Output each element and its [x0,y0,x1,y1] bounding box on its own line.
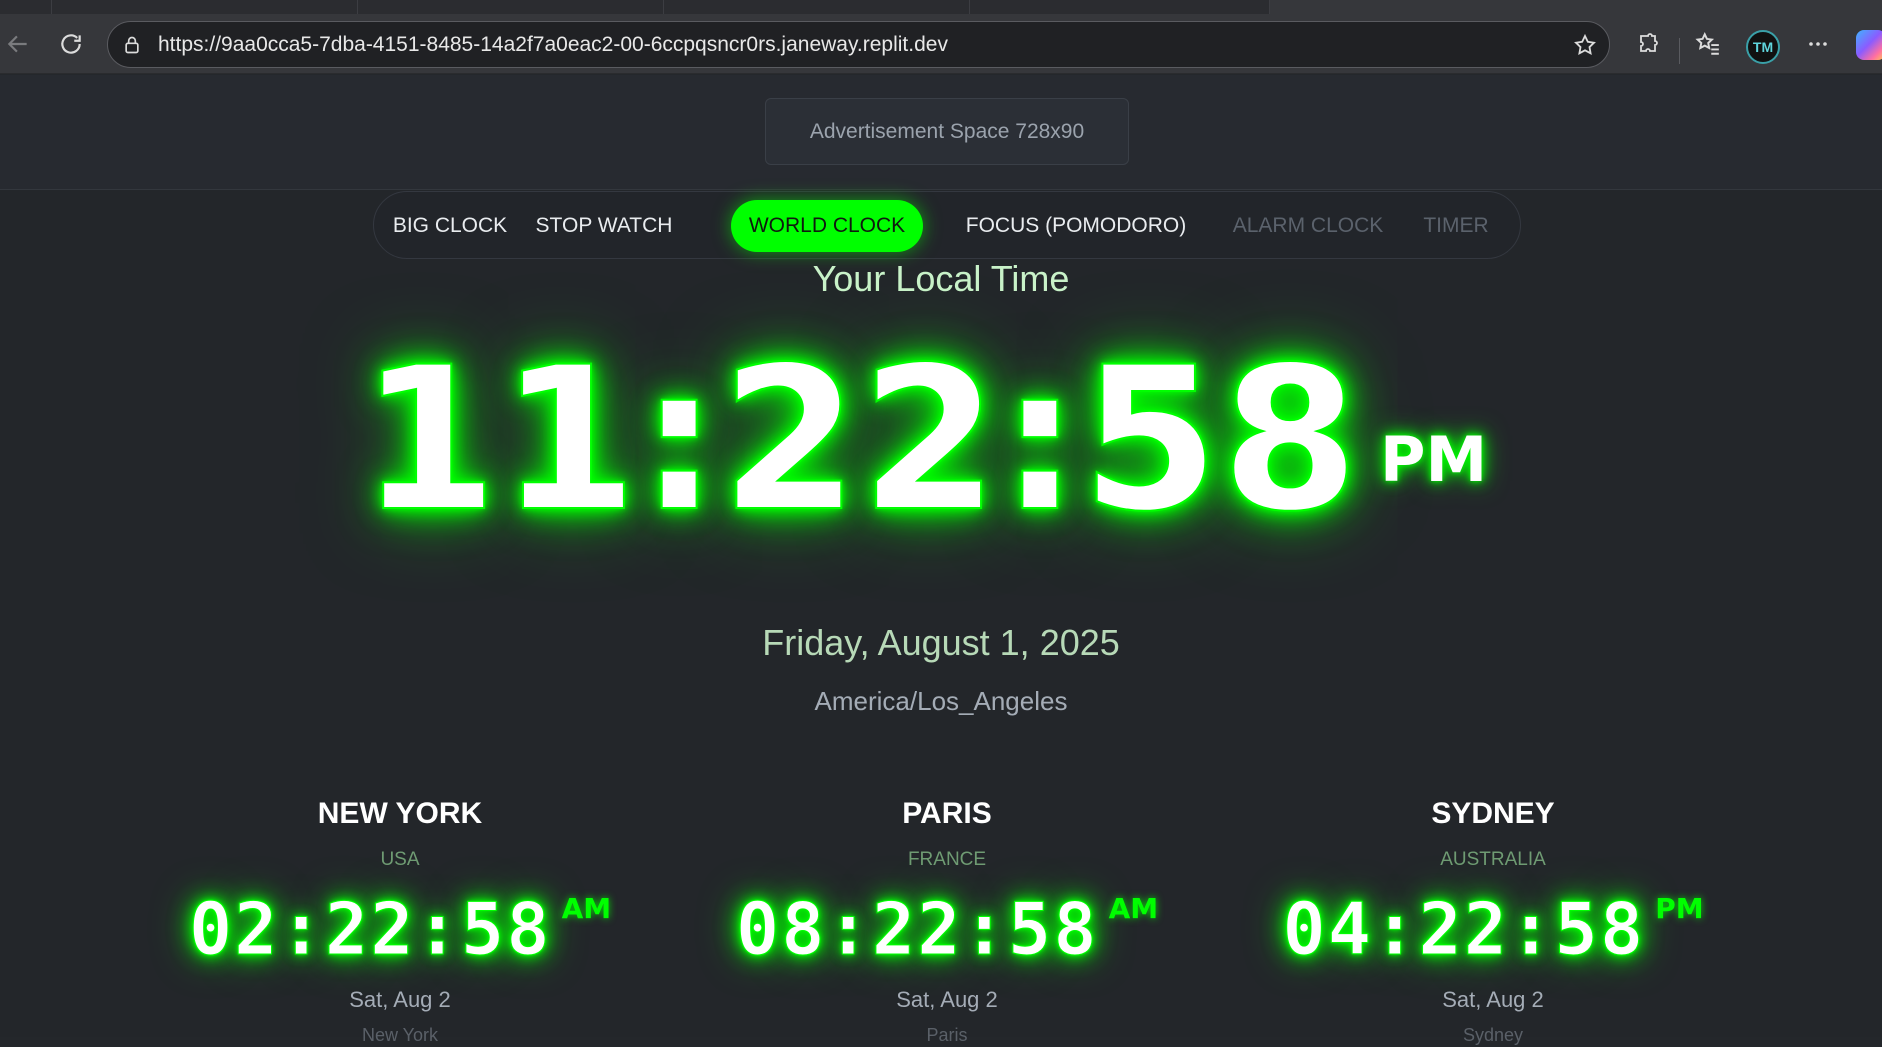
ad-band: Advertisement Space 728x90 [0,75,1882,190]
nav-stop-watch[interactable]: STOP WATCH [524,200,684,252]
advertisement-slot: Advertisement Space 728x90 [765,98,1129,165]
city-date: Sat, Aug 2 [1442,987,1544,1012]
world-clock-card: PARIS FRANCE 08:22:58 AM Sat, Aug 2 Paris [667,797,1227,1047]
city-time: 08:22:58 AM [667,879,1227,979]
city-name: PARIS [902,797,992,830]
star-icon[interactable] [1573,33,1597,57]
toolbar-separator [1679,38,1680,64]
city-date: Sat, Aug 2 [896,987,998,1012]
nav-alarm-clock[interactable]: ALARM CLOCK [1220,200,1396,252]
browser-tab[interactable] [52,0,358,14]
local-date: Friday, August 1, 2025 [762,622,1120,663]
city-subtitle: Sydney [1462,1025,1524,1045]
city-name: SYDNEY [1431,797,1555,830]
favorites-list-icon[interactable] [1690,26,1726,62]
world-clock-card: SYDNEY AUSTRALIA 04:22:58 PM Sat, Aug 2 S… [1213,797,1773,1047]
city-time-ampm: PM [1655,892,1704,925]
city-time-ampm: AM [1108,892,1159,925]
nav-world-clock[interactable]: WORLD CLOCK [731,200,923,252]
local-time-ampm: PM [1380,423,1488,496]
city-country: FRANCE [907,849,987,870]
city-country: AUSTRALIA [1440,849,1546,870]
address-bar[interactable]: https://9aa0cca5-7dba-4151-8485-14a2f7a0… [107,21,1610,68]
city-subtitle: Paris [926,1025,968,1045]
more-icon[interactable] [1800,26,1836,62]
city-time-digits: 04:22:58 [1282,887,1646,972]
city-country: USA [380,849,420,870]
reload-icon[interactable] [53,26,89,62]
mode-nav: BIG CLOCK STOP WATCH WORLD CLOCK FOCUS (… [373,191,1521,259]
browser-tab[interactable] [358,0,664,14]
page: Advertisement Space 728x90 BIG CLOCK STO… [0,75,1882,1045]
nav-focus-pomodoro[interactable]: FOCUS (POMODORO) [956,200,1196,252]
city-date: Sat, Aug 2 [349,987,451,1012]
url-text[interactable]: https://9aa0cca5-7dba-4151-8485-14a2f7a0… [158,22,948,67]
copilot-icon[interactable] [1856,30,1882,60]
back-arrow-icon[interactable] [0,26,36,62]
city-subtitle: New York [361,1025,439,1045]
city-time-digits: 08:22:58 [735,887,1099,972]
browser-tab[interactable] [0,0,52,14]
browser-tab[interactable] [664,0,970,14]
world-clock-card: NEW YORK USA 02:22:58 AM Sat, Aug 2 New Y… [120,797,680,1047]
city-name: NEW YORK [317,797,483,830]
lock-icon[interactable] [122,35,142,55]
browser-toolbar: https://9aa0cca5-7dba-4151-8485-14a2f7a0… [0,14,1882,74]
nav-big-clock[interactable]: BIG CLOCK [390,200,510,252]
local-time-display: 11:22:58 [359,324,1361,555]
puzzle-icon[interactable] [1630,26,1666,62]
city-time: 02:22:58 AM [120,879,680,979]
browser-tab-active[interactable] [1270,0,1882,14]
browser-tab[interactable] [970,0,1270,14]
city-time-digits: 02:22:58 [188,887,552,972]
nav-timer[interactable]: TIMER [1416,200,1496,252]
profile-avatar[interactable]: TM [1746,30,1780,64]
city-time-ampm: AM [561,892,612,925]
local-timezone: America/Los_Angeles [814,686,1068,716]
city-time: 04:22:58 PM [1213,879,1773,979]
browser-tab-strip [0,0,1882,14]
local-time-title: Your Local Time [812,258,1070,299]
